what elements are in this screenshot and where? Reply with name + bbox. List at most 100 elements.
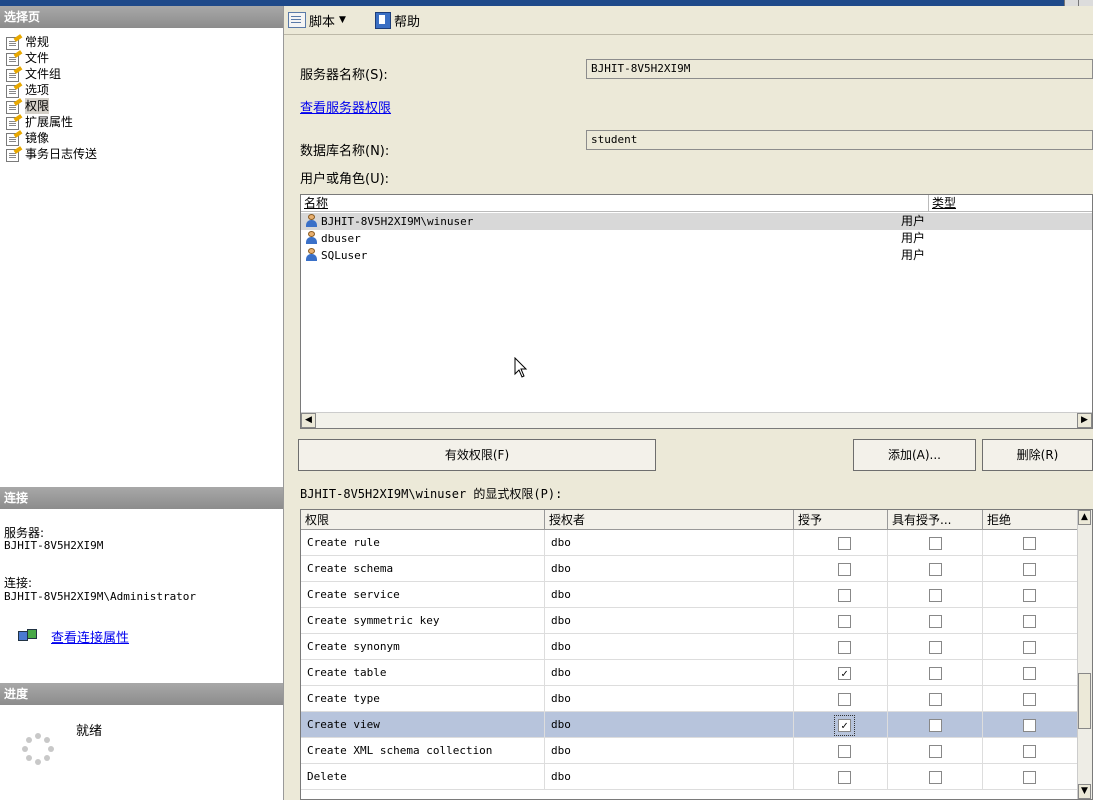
permission-name: Create view (301, 712, 545, 738)
deny-checkbox[interactable] (1023, 771, 1036, 784)
user-row[interactable]: SQLuser 用户 (301, 247, 1092, 264)
permission-grantor: dbo (545, 556, 794, 582)
column-header-type[interactable]: 类型 (929, 195, 1092, 211)
grant-checkbox[interactable] (838, 615, 851, 628)
deny-checkbox[interactable] (1023, 693, 1036, 706)
scroll-left-icon[interactable]: ◀ (301, 413, 316, 428)
page-item[interactable]: 选项 (6, 81, 49, 98)
with-grant-checkbox[interactable] (929, 667, 942, 680)
permission-name: Create symmetric key (301, 608, 545, 634)
database-name-field[interactable]: student (586, 130, 1093, 150)
grant-checkbox[interactable]: ✓ (834, 715, 855, 736)
deny-checkbox[interactable] (1023, 563, 1036, 576)
deny-checkbox[interactable] (1023, 719, 1036, 732)
permission-row[interactable]: Create XML schema collection dbo (301, 738, 1079, 764)
progress-header: 进度 (0, 683, 283, 705)
permissions-grid[interactable]: 权限 授权者 授予 具有授予... 拒绝 Create rule dbo Creat… (300, 509, 1093, 800)
server-name-field[interactable]: BJHIT-8V5H2XI9M (586, 59, 1093, 79)
permission-name: Delete (301, 764, 545, 790)
deny-checkbox[interactable] (1023, 589, 1036, 602)
remove-button[interactable]: 删除(R) (982, 439, 1093, 471)
progress-status: 就绪 (76, 724, 103, 739)
scroll-up-icon[interactable]: ▲ (1078, 510, 1091, 525)
column-header-deny[interactable]: 拒绝 (983, 510, 1079, 530)
user-row[interactable]: dbuser 用户 (301, 230, 1092, 247)
grant-checkbox[interactable] (838, 563, 851, 576)
permission-row[interactable]: Create service dbo (301, 582, 1079, 608)
page-item[interactable]: 文件 (6, 49, 49, 66)
with-grant-checkbox[interactable] (929, 745, 942, 758)
with-grant-checkbox[interactable] (929, 719, 942, 732)
user-name: SQLuser (321, 249, 368, 262)
scroll-down-icon[interactable]: ▼ (1078, 784, 1091, 799)
permission-grantor: dbo (545, 608, 794, 634)
permission-grantor: dbo (545, 660, 794, 686)
connection-value: BJHIT-8V5H2XI9M\Administrator (4, 590, 197, 603)
script-icon (288, 12, 306, 28)
permission-row[interactable]: Create synonym dbo (301, 634, 1079, 660)
grant-checkbox[interactable] (838, 745, 851, 758)
deny-checkbox[interactable] (1023, 537, 1036, 550)
grant-checkbox[interactable] (838, 693, 851, 706)
permission-grantor: dbo (545, 712, 794, 738)
with-grant-checkbox[interactable] (929, 537, 942, 550)
permission-row[interactable]: Delete dbo (301, 764, 1079, 790)
permission-name: Create table (301, 660, 545, 686)
with-grant-checkbox[interactable] (929, 615, 942, 628)
help-button[interactable]: 帮助 (375, 11, 420, 30)
deny-checkbox[interactable] (1023, 615, 1036, 628)
page-item[interactable]: 事务日志传送 (6, 145, 97, 162)
users-list[interactable]: 名称 类型 BJHIT-8V5H2XI9M\winuser 用户 dbuser 用户 S… (300, 194, 1093, 429)
user-type: 用户 (901, 231, 926, 245)
grant-checkbox[interactable]: ✓ (838, 667, 851, 680)
page-item-label: 镜像 (25, 131, 50, 145)
grant-checkbox[interactable] (838, 589, 851, 602)
user-type: 用户 (901, 214, 926, 228)
page-icon (6, 49, 23, 66)
script-button[interactable]: 脚本 ▼ (288, 11, 352, 30)
with-grant-checkbox[interactable] (929, 563, 942, 576)
permission-row[interactable]: Create table dbo ✓ (301, 660, 1079, 686)
scroll-right-icon[interactable]: ▶ (1077, 413, 1092, 428)
with-grant-checkbox[interactable] (929, 641, 942, 654)
permission-row[interactable]: Create view dbo ✓ (301, 712, 1079, 738)
page-item[interactable]: 镜像 (6, 129, 50, 146)
with-grant-checkbox[interactable] (929, 693, 942, 706)
column-header-grantor[interactable]: 授权者 (545, 510, 794, 530)
page-icon (6, 81, 23, 98)
scrollbar-thumb[interactable] (1078, 673, 1091, 729)
column-header-name[interactable]: 名称 (301, 195, 929, 211)
page-item-label: 权限 (25, 98, 50, 114)
grant-checkbox[interactable] (838, 641, 851, 654)
page-item[interactable]: 权限 (6, 97, 50, 114)
deny-checkbox[interactable] (1023, 641, 1036, 654)
user-row[interactable]: BJHIT-8V5H2XI9M\winuser 用户 (301, 213, 1092, 230)
with-grant-checkbox[interactable] (929, 771, 942, 784)
add-button[interactable]: 添加(A)... (853, 439, 976, 471)
left-panel: 选择页 常规 文件 文件组 选项 权限 扩展属性 镜像 事务日志传送 连接 服务器: BJHI… (0, 6, 284, 800)
grant-checkbox[interactable] (838, 771, 851, 784)
page-item[interactable]: 文件组 (6, 65, 61, 82)
column-header-grant[interactable]: 授予 (794, 510, 888, 530)
grant-checkbox[interactable] (838, 537, 851, 550)
permission-row[interactable]: Create type dbo (301, 686, 1079, 712)
with-grant-checkbox[interactable] (929, 589, 942, 602)
column-header-permission[interactable]: 权限 (301, 510, 545, 530)
permissions-vertical-scrollbar[interactable]: ▲ ▼ (1077, 510, 1092, 799)
permission-grantor: dbo (545, 530, 794, 556)
permission-name: Create type (301, 686, 545, 712)
page-item[interactable]: 扩展属性 (6, 113, 73, 130)
view-connection-properties-link[interactable]: 查看连接属性 (51, 627, 129, 646)
view-server-permissions-link[interactable]: 查看服务器权限 (300, 97, 391, 116)
permission-name: Create rule (301, 530, 545, 556)
users-horizontal-scrollbar[interactable]: ◀ ▶ (301, 412, 1092, 428)
permission-grantor: dbo (545, 634, 794, 660)
permission-row[interactable]: Create schema dbo (301, 556, 1079, 582)
page-item[interactable]: 常规 (6, 33, 49, 50)
deny-checkbox[interactable] (1023, 667, 1036, 680)
effective-permissions-button[interactable]: 有效权限(F) (298, 439, 656, 471)
permission-row[interactable]: Create rule dbo (301, 530, 1079, 556)
column-header-with-grant[interactable]: 具有授予... (888, 510, 983, 530)
permission-row[interactable]: Create symmetric key dbo (301, 608, 1079, 634)
deny-checkbox[interactable] (1023, 745, 1036, 758)
